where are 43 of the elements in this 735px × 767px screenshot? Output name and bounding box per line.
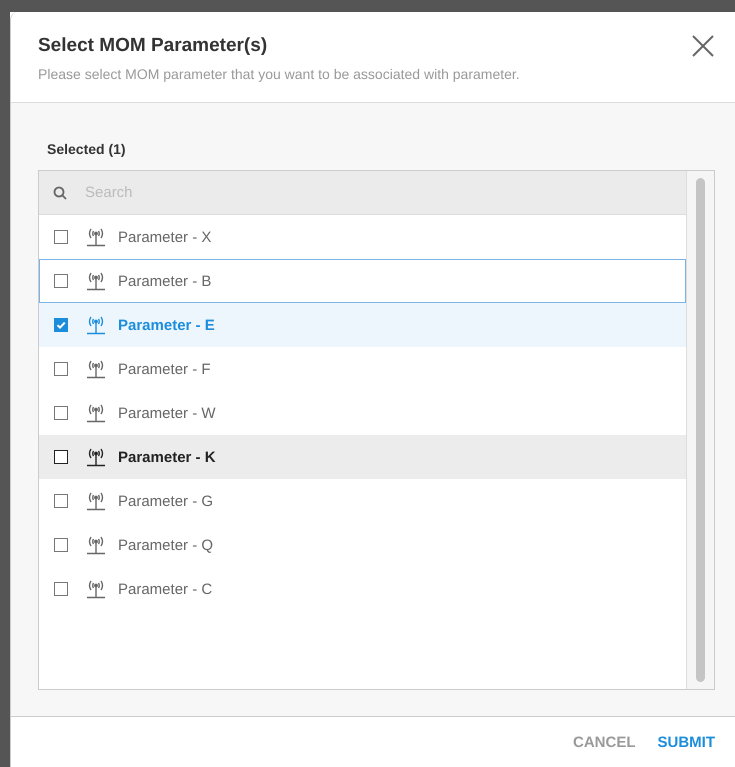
checkbox[interactable] [54, 274, 68, 288]
list-item[interactable]: Parameter - X [39, 215, 686, 259]
scrollbar-thumb[interactable] [696, 178, 705, 682]
checkbox[interactable] [54, 538, 68, 552]
list-item[interactable]: Parameter - C [39, 567, 686, 611]
antenna-icon [84, 578, 108, 600]
item-label: Parameter - X [118, 228, 212, 246]
antenna-icon [84, 358, 108, 380]
checkbox[interactable] [54, 318, 68, 332]
list-item[interactable]: Parameter - E [39, 303, 686, 347]
checkbox[interactable] [54, 494, 68, 508]
dialog-subtitle: Please select MOM parameter that you want to be associated with parameter. [38, 66, 520, 82]
antenna-icon [84, 490, 108, 512]
list-item[interactable]: Parameter - G [39, 479, 686, 523]
antenna-icon [84, 226, 108, 248]
item-label: Parameter - G [118, 492, 214, 510]
list-item[interactable]: Parameter - F [39, 347, 686, 391]
item-label: Parameter - C [118, 580, 212, 598]
antenna-icon [84, 314, 108, 336]
checkbox[interactable] [54, 230, 68, 244]
list-item[interactable]: Parameter - Q [39, 523, 686, 567]
list-item[interactable]: Parameter - B [39, 259, 686, 303]
checkbox[interactable] [54, 582, 68, 596]
item-label: Parameter - K [118, 448, 216, 466]
search-icon [53, 186, 67, 200]
antenna-icon [84, 270, 108, 292]
item-label: Parameter - E [118, 316, 215, 334]
checkbox[interactable] [54, 362, 68, 376]
submit-button[interactable]: SUBMIT [658, 734, 715, 750]
selected-count: Selected (1) [47, 141, 127, 157]
item-label: Parameter - B [118, 272, 212, 290]
item-label: Parameter - W [118, 404, 216, 422]
close-button[interactable] [691, 34, 715, 58]
antenna-icon [84, 402, 108, 424]
checkbox[interactable] [54, 406, 68, 420]
antenna-icon [84, 534, 108, 556]
antenna-icon [84, 446, 108, 468]
item-label: Parameter - Q [118, 536, 214, 554]
dialog-title: Select MOM Parameter(s) [38, 35, 268, 57]
checkbox[interactable] [54, 450, 68, 464]
list-item[interactable]: Parameter - W [39, 391, 686, 435]
item-label: Parameter - F [118, 360, 211, 378]
list-item[interactable]: Parameter - K [39, 435, 686, 479]
